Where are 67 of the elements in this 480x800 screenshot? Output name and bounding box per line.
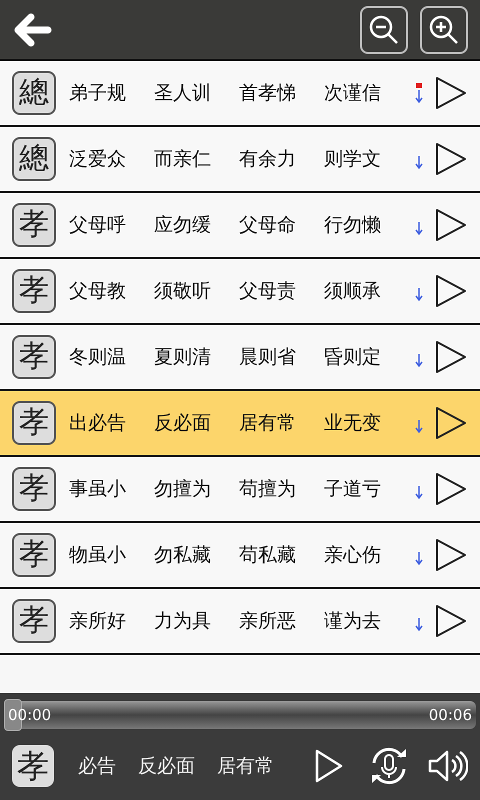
elapsed-time: 00:00 — [8, 705, 52, 725]
play-icon[interactable] — [435, 142, 467, 176]
seal-icon: 孝 — [12, 269, 56, 313]
seal-icon: 總 — [12, 137, 56, 181]
verse-phrase: 冬则温 — [69, 344, 127, 370]
verse-phrase: 勿擅为 — [154, 476, 212, 502]
zoom-in-button[interactable] — [420, 6, 468, 54]
verse-phrase: 苟私藏 — [239, 542, 297, 568]
verse-phrase: 反必面 — [154, 410, 212, 436]
verse-phrase: 父母责 — [239, 278, 297, 304]
verse-phrase: 力为具 — [154, 608, 212, 634]
verse-phrase: 应勿缓 — [154, 212, 212, 238]
verse-phrase: 亲心伤 — [324, 542, 382, 568]
duration-time: 00:06 — [428, 705, 472, 725]
verse-phrase: 谨为去 — [324, 608, 382, 634]
seal-icon: 孝 — [12, 203, 56, 247]
play-icon[interactable] — [435, 604, 467, 638]
verse-phrase: 苟擅为 — [239, 476, 297, 502]
verse-phrase: 晨则省 — [239, 344, 297, 370]
play-icon[interactable] — [435, 340, 467, 374]
verse-phrase: 行勿懒 — [324, 212, 382, 238]
verse-phrase: 夏则清 — [154, 344, 212, 370]
seal-icon: 孝 — [12, 599, 56, 643]
now-playing-phrase: 反必面 — [138, 754, 195, 779]
verse-row[interactable]: 孝 出必告 反必面 居有常 业无变 — [0, 391, 480, 457]
verse-phrase: 昏则定 — [324, 344, 382, 370]
play-icon[interactable] — [435, 274, 467, 308]
verse-phrase: 物虽小 — [69, 542, 127, 568]
speaker-icon[interactable] — [428, 749, 468, 783]
verse-phrase: 事虽小 — [69, 476, 127, 502]
back-icon[interactable] — [12, 12, 52, 46]
bookmark-arrow-icon[interactable] — [415, 82, 423, 104]
play-icon[interactable] — [435, 538, 467, 572]
seal-icon: 孝 — [12, 467, 56, 511]
verse-phrase: 须敬听 — [154, 278, 212, 304]
play-icon[interactable] — [435, 406, 467, 440]
verse-phrase: 次谨信 — [324, 80, 382, 106]
play-icon[interactable] — [435, 472, 467, 506]
play-icon[interactable] — [435, 208, 467, 242]
verse-phrase: 泛爱众 — [69, 146, 127, 172]
verse-phrase: 亲所好 — [69, 608, 127, 634]
now-playing-phrase: 必告 — [78, 754, 116, 779]
verse-phrase: 业无变 — [324, 410, 382, 436]
verse-phrase: 须顺承 — [324, 278, 382, 304]
verse-phrase: 亲所恶 — [239, 608, 297, 634]
verse-phrase: 父母命 — [239, 212, 297, 238]
progress-track[interactable]: 00:00 00:06 — [4, 701, 476, 729]
seal-icon: 總 — [12, 71, 56, 115]
verse-phrase: 而亲仁 — [154, 146, 212, 172]
verse-phrase: 圣人训 — [154, 80, 212, 106]
verse-phrase: 父母教 — [69, 278, 127, 304]
seal-icon: 孝 — [12, 533, 56, 577]
verse-phrase: 首孝悌 — [239, 80, 297, 106]
verse-phrase: 则学文 — [324, 146, 382, 172]
seal-icon: 孝 — [12, 745, 54, 787]
verse-phrase: 勿私藏 — [154, 542, 212, 568]
now-playing-phrase: 居有常 — [217, 754, 274, 779]
verse-phrase: 有余力 — [239, 146, 297, 172]
verse-phrase: 子道亏 — [324, 476, 382, 502]
seal-icon: 孝 — [12, 335, 56, 379]
verse-phrase: 出必告 — [69, 410, 127, 436]
verse-phrase: 居有常 — [239, 410, 297, 436]
verse-phrase: 弟子规 — [69, 80, 127, 106]
verse-phrase: 父母呼 — [69, 212, 127, 238]
seal-icon: 孝 — [12, 401, 56, 445]
play-icon[interactable] — [435, 76, 467, 110]
zoom-out-button[interactable] — [360, 6, 408, 54]
